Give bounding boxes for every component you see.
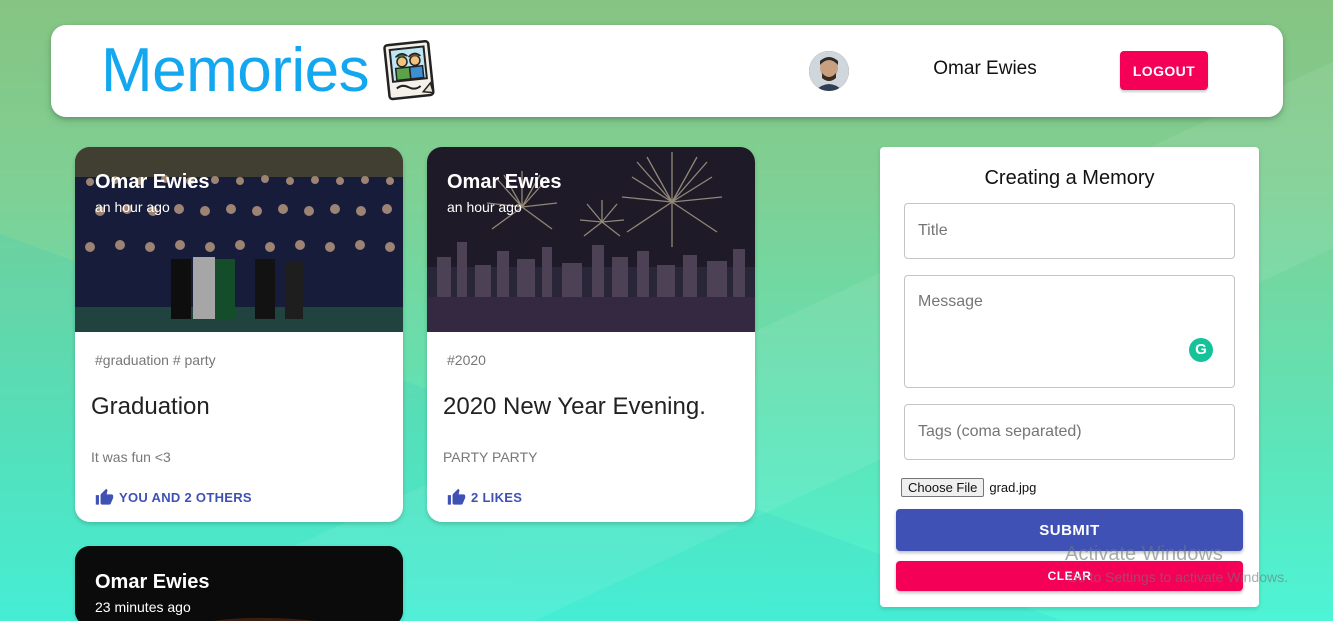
- thumb-up-icon: [95, 488, 114, 505]
- post-message: It was fun <3: [91, 449, 171, 465]
- app-bar: Memories Omar Ewies LOGOUT: [51, 25, 1283, 117]
- post-tags: #2020: [447, 352, 486, 368]
- dark-car-photo: Omar Ewies 23 minutes ago: [75, 546, 403, 621]
- post-card: Omar Ewies an hour ago #2020 2020 New Ye…: [427, 147, 755, 522]
- post-card: Omar Ewies an hour ago #graduation # par…: [75, 147, 403, 522]
- logout-button[interactable]: LOGOUT: [1120, 51, 1208, 90]
- like-label: 2 LIKES: [471, 490, 523, 505]
- post-author: Omar Ewies: [95, 571, 210, 593]
- like-button[interactable]: 2 LIKES: [447, 488, 522, 507]
- thumb-up-icon: [447, 488, 466, 505]
- post-tags: #graduation # party: [95, 352, 216, 368]
- like-button[interactable]: YOU AND 2 OTHERS: [95, 488, 252, 507]
- user-name: Omar Ewies: [933, 58, 1037, 79]
- submit-button[interactable]: SUBMIT: [896, 509, 1243, 551]
- post-author: Omar Ewies: [447, 171, 562, 193]
- tags-input[interactable]: [904, 404, 1235, 460]
- create-memory-form: Creating a Memory G Choose File grad.jpg…: [880, 147, 1259, 607]
- memories-photo-icon: [383, 40, 435, 101]
- form-title: Creating a Memory: [984, 167, 1155, 189]
- brand-title: Memories: [101, 36, 370, 105]
- title-input[interactable]: [904, 203, 1235, 259]
- avatar[interactable]: [809, 51, 849, 91]
- choose-file-button[interactable]: Choose File: [901, 478, 985, 497]
- fireworks-city-photo: Omar Ewies an hour ago: [427, 147, 755, 332]
- message-input[interactable]: [904, 275, 1235, 388]
- clear-button[interactable]: CLEAR: [896, 561, 1243, 591]
- post-author: Omar Ewies: [95, 171, 210, 193]
- post-card: Omar Ewies 23 minutes ago: [75, 546, 403, 621]
- post-message: PARTY PARTY: [443, 449, 538, 465]
- post-time: an hour ago: [447, 199, 522, 215]
- graduation-group-photo: Omar Ewies an hour ago: [75, 147, 403, 332]
- file-name: grad.jpg: [989, 480, 1037, 495]
- post-time: 23 minutes ago: [95, 599, 191, 615]
- post-time: an hour ago: [95, 199, 170, 215]
- post-title: Graduation: [91, 393, 210, 420]
- file-picker: Choose File grad.jpg: [901, 478, 1036, 497]
- like-label: YOU AND 2 OTHERS: [119, 490, 252, 505]
- post-title: 2020 New Year Evening.: [443, 393, 706, 420]
- grammarly-icon[interactable]: G: [1189, 338, 1213, 362]
